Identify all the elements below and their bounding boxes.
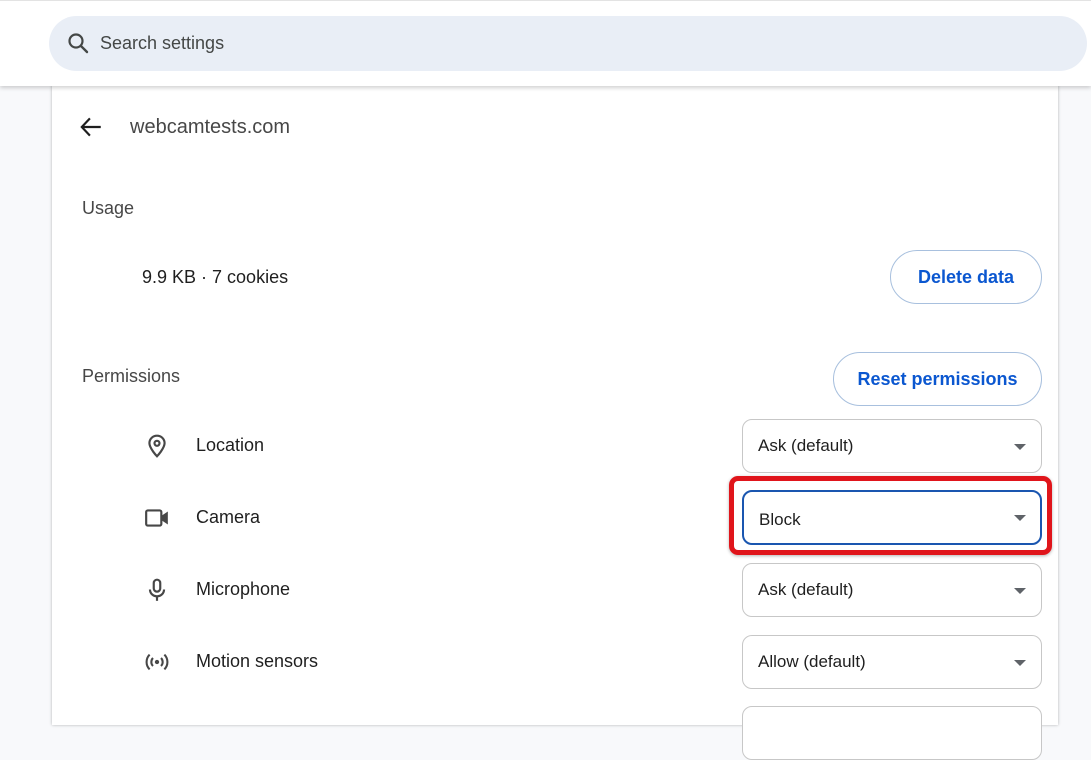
video-camera-icon	[145, 509, 168, 527]
usage-summary: 9.9 KB · 7 cookies	[142, 267, 289, 287]
caret-down-icon	[1014, 588, 1026, 594]
permission-label-microphone: Microphone	[196, 579, 291, 599]
site-title: webcamtests.com	[130, 116, 291, 138]
caret-down-icon	[1014, 444, 1026, 450]
next-permission-select[interactable]	[742, 706, 1042, 760]
reset-permissions-button[interactable]: Reset permissions	[833, 352, 1042, 406]
select-value: Allow (default)	[758, 652, 866, 671]
microphone-icon	[148, 578, 166, 601]
caret-down-icon	[1014, 515, 1026, 521]
delete-data-button[interactable]: Delete data	[890, 250, 1042, 304]
caret-down-icon	[1014, 660, 1026, 666]
usage-heading: Usage	[82, 198, 135, 218]
search-icon[interactable]	[66, 31, 90, 55]
permission-label-location: Location	[196, 435, 265, 455]
permission-label-camera: Camera	[196, 507, 261, 527]
search-placeholder[interactable]: Search settings	[100, 31, 224, 55]
camera-permission-select[interactable]: Block	[742, 490, 1042, 545]
location-pin-icon	[148, 434, 166, 458]
select-value: Ask (default)	[758, 580, 854, 599]
select-value: Ask (default)	[758, 436, 854, 455]
permission-label-motion-sensors: Motion sensors	[196, 651, 319, 671]
motion-sensors-icon	[145, 653, 169, 671]
motion-sensors-permission-select[interactable]: Allow (default)	[742, 635, 1042, 689]
permissions-heading: Permissions	[82, 366, 181, 386]
location-permission-select[interactable]: Ask (default)	[742, 419, 1042, 473]
select-value: Block	[759, 510, 801, 529]
arrow-left-icon[interactable]	[78, 114, 104, 140]
microphone-permission-select[interactable]: Ask (default)	[742, 563, 1042, 617]
